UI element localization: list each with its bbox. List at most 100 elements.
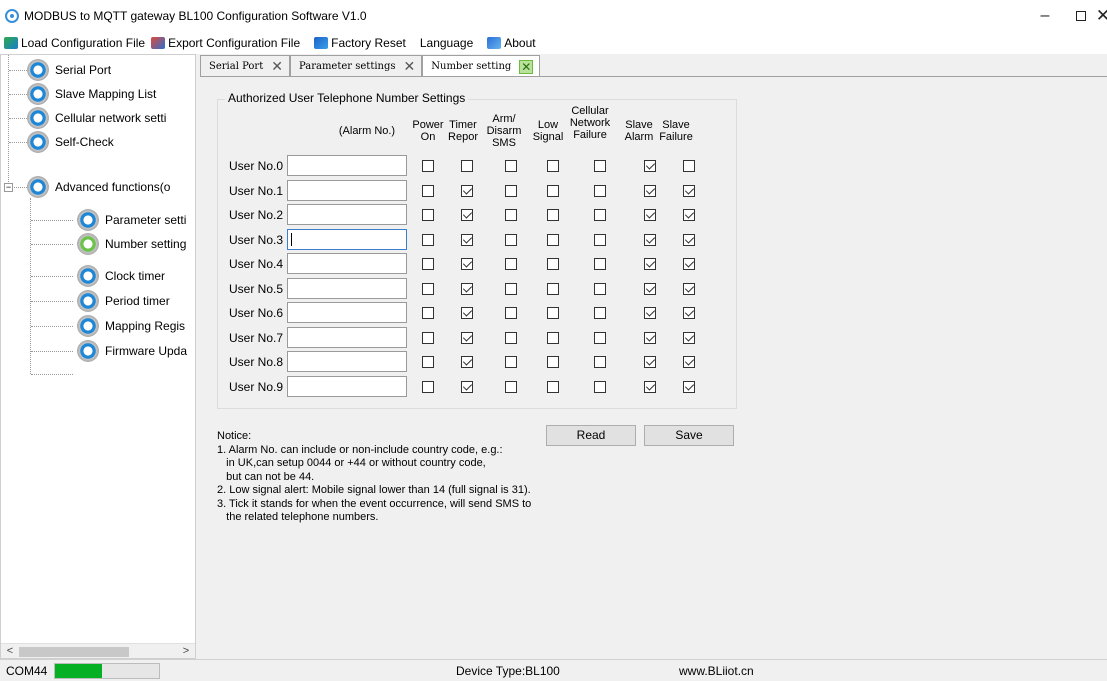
tree-item-cellular-network[interactable]: Cellular network setti bbox=[27, 107, 166, 129]
scroll-right-icon[interactable]: > bbox=[179, 645, 193, 657]
event-checkbox[interactable] bbox=[461, 258, 473, 270]
event-checkbox[interactable] bbox=[461, 282, 473, 295]
event-checkbox[interactable] bbox=[683, 258, 695, 270]
tree-item-mapping-register[interactable]: Mapping Regis bbox=[77, 315, 185, 337]
close-button[interactable]: ✕ bbox=[1086, 4, 1107, 28]
tree-collapse-toggle[interactable]: − bbox=[4, 183, 13, 192]
alarm-number-input[interactable] bbox=[287, 228, 407, 250]
save-button[interactable]: Save bbox=[644, 425, 734, 446]
event-checkbox[interactable] bbox=[461, 307, 473, 319]
event-checkbox[interactable] bbox=[422, 209, 434, 221]
event-checkbox[interactable] bbox=[644, 331, 656, 344]
event-checkbox[interactable] bbox=[594, 209, 606, 221]
event-checkbox[interactable] bbox=[644, 184, 656, 197]
alarm-number-input[interactable] bbox=[287, 302, 407, 323]
event-checkbox[interactable] bbox=[461, 331, 473, 344]
tree-item-parameter-settings[interactable]: Parameter setti bbox=[77, 209, 186, 231]
menu-export-configuration[interactable]: Export Configuration File bbox=[151, 32, 300, 54]
event-checkbox[interactable] bbox=[594, 331, 606, 344]
menu-factory-reset[interactable]: Factory Reset bbox=[314, 32, 406, 54]
event-checkbox[interactable] bbox=[547, 331, 559, 344]
close-icon[interactable]: ✕ bbox=[271, 58, 283, 75]
event-checkbox[interactable] bbox=[683, 282, 695, 295]
event-checkbox[interactable] bbox=[505, 282, 517, 295]
event-checkbox[interactable] bbox=[594, 233, 606, 246]
event-checkbox[interactable] bbox=[461, 380, 473, 393]
event-checkbox[interactable] bbox=[644, 258, 656, 270]
event-checkbox[interactable] bbox=[422, 331, 434, 344]
event-checkbox[interactable] bbox=[461, 184, 473, 197]
minimize-button[interactable]: – bbox=[1028, 4, 1062, 28]
event-checkbox[interactable] bbox=[422, 233, 434, 246]
event-checkbox[interactable] bbox=[594, 356, 606, 368]
event-checkbox[interactable] bbox=[547, 282, 559, 295]
event-checkbox[interactable] bbox=[547, 184, 559, 197]
event-checkbox[interactable] bbox=[422, 380, 434, 393]
event-checkbox[interactable] bbox=[644, 160, 656, 172]
event-checkbox[interactable] bbox=[505, 160, 517, 172]
event-checkbox[interactable] bbox=[683, 160, 695, 172]
event-checkbox[interactable] bbox=[547, 258, 559, 270]
event-checkbox[interactable] bbox=[644, 209, 656, 221]
event-checkbox[interactable] bbox=[461, 209, 473, 221]
alarm-number-input[interactable] bbox=[287, 351, 407, 372]
event-checkbox[interactable] bbox=[644, 282, 656, 295]
tree-item-firmware-update[interactable]: Firmware Upda bbox=[77, 340, 187, 362]
tree-item-serial-port[interactable]: Serial Port bbox=[27, 59, 111, 81]
event-checkbox[interactable] bbox=[644, 356, 656, 368]
event-checkbox[interactable] bbox=[547, 160, 559, 172]
scroll-left-icon[interactable]: < bbox=[3, 645, 17, 657]
event-checkbox[interactable] bbox=[505, 233, 517, 246]
tree-item-number-setting[interactable]: Number setting bbox=[77, 233, 186, 255]
event-checkbox[interactable] bbox=[683, 307, 695, 319]
event-checkbox[interactable] bbox=[644, 380, 656, 393]
event-checkbox[interactable] bbox=[505, 331, 517, 344]
event-checkbox[interactable] bbox=[422, 307, 434, 319]
event-checkbox[interactable] bbox=[594, 380, 606, 393]
event-checkbox[interactable] bbox=[422, 282, 434, 295]
event-checkbox[interactable] bbox=[547, 233, 559, 246]
menu-language[interactable]: Language bbox=[420, 32, 473, 54]
menu-load-configuration[interactable]: Load Configuration File bbox=[4, 32, 145, 54]
event-checkbox[interactable] bbox=[461, 233, 473, 246]
tree-item-advanced-functions[interactable]: Advanced functions(o bbox=[27, 176, 170, 198]
event-checkbox[interactable] bbox=[547, 209, 559, 221]
alarm-number-input[interactable] bbox=[287, 155, 407, 176]
read-button[interactable]: Read bbox=[546, 425, 636, 446]
event-checkbox[interactable] bbox=[422, 160, 434, 172]
event-checkbox[interactable] bbox=[594, 282, 606, 295]
event-checkbox[interactable] bbox=[644, 233, 656, 246]
alarm-number-input[interactable] bbox=[287, 179, 407, 201]
tree-item-period-timer[interactable]: Period timer bbox=[77, 290, 170, 312]
event-checkbox[interactable] bbox=[594, 258, 606, 270]
event-checkbox[interactable] bbox=[683, 356, 695, 368]
event-checkbox[interactable] bbox=[422, 356, 434, 368]
event-checkbox[interactable] bbox=[547, 307, 559, 319]
menu-about[interactable]: About bbox=[487, 32, 536, 54]
event-checkbox[interactable] bbox=[683, 184, 695, 197]
event-checkbox[interactable] bbox=[594, 307, 606, 319]
event-checkbox[interactable] bbox=[505, 184, 517, 197]
tree-item-self-check[interactable]: Self-Check bbox=[27, 131, 114, 153]
event-checkbox[interactable] bbox=[505, 356, 517, 368]
event-checkbox[interactable] bbox=[422, 258, 434, 270]
event-checkbox[interactable] bbox=[683, 380, 695, 393]
tree-item-clock-timer[interactable]: Clock timer bbox=[77, 265, 165, 287]
event-checkbox[interactable] bbox=[683, 233, 695, 246]
close-icon[interactable]: ✕ bbox=[404, 58, 416, 75]
event-checkbox[interactable] bbox=[594, 160, 606, 172]
event-checkbox[interactable] bbox=[505, 307, 517, 319]
event-checkbox[interactable] bbox=[505, 209, 517, 221]
alarm-number-input[interactable] bbox=[287, 253, 407, 274]
alarm-number-input[interactable] bbox=[287, 326, 407, 348]
tab-serial-port[interactable]: Serial Port ✕ bbox=[200, 55, 290, 77]
event-checkbox[interactable] bbox=[547, 356, 559, 368]
tree-item-slave-mapping-list[interactable]: Slave Mapping List bbox=[27, 83, 156, 105]
tab-parameter-settings[interactable]: Parameter settings ✕ bbox=[289, 55, 423, 77]
alarm-number-input[interactable] bbox=[287, 204, 407, 225]
event-checkbox[interactable] bbox=[422, 184, 434, 197]
website-link[interactable]: www.BLiiot.cn bbox=[679, 664, 754, 678]
event-checkbox[interactable] bbox=[505, 258, 517, 270]
event-checkbox[interactable] bbox=[594, 184, 606, 197]
alarm-number-input[interactable] bbox=[287, 277, 407, 299]
